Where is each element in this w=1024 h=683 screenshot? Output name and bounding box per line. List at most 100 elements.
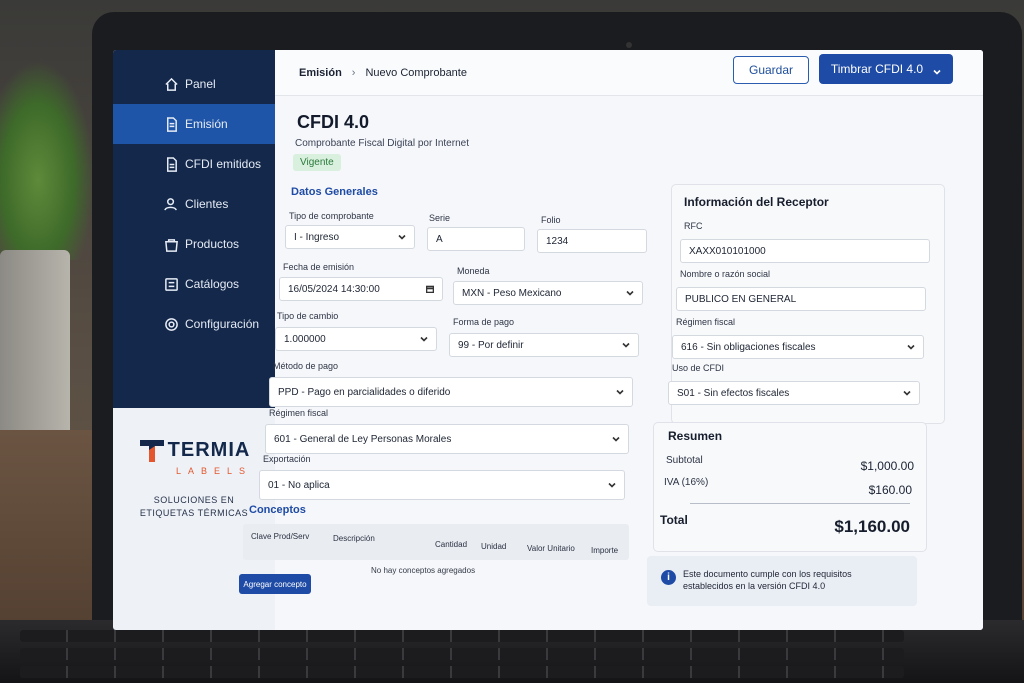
- sidebar-item-label: Panel: [185, 77, 216, 91]
- app-screen: Panel Emisión CFDI emitidos Clientes Pro…: [113, 50, 983, 630]
- gear-icon: [163, 316, 179, 332]
- fecha-emision-input[interactable]: 16/05/2024 14:30:00: [279, 277, 443, 301]
- sidebar-item-panel[interactable]: Panel: [113, 64, 275, 104]
- section-title-datos-generales: Datos Generales: [291, 186, 378, 198]
- receptor-regimen-label: Régimen fiscal: [676, 317, 736, 327]
- receptor-title: Información del Receptor: [684, 195, 829, 209]
- receptor-regimen-select[interactable]: 616 - Sin obligaciones fiscales: [672, 335, 924, 359]
- tipo-comprobante-select[interactable]: I - Ingreso: [285, 225, 415, 249]
- calendar-icon[interactable]: [425, 285, 435, 294]
- chevron-down-icon[interactable]: [933, 65, 941, 75]
- sidebar-item-catalogos[interactable]: Catálogos: [113, 264, 275, 304]
- exportacion-value: 01 - No aplica: [268, 479, 330, 491]
- tipo-comprobante-label: Tipo de comprobante: [289, 211, 374, 221]
- sidebar-item-label: Clientes: [185, 197, 229, 211]
- tipo-cambio-input[interactable]: 1.000000: [275, 327, 437, 351]
- add-concept-button[interactable]: Agregar concepto: [239, 574, 311, 594]
- exportacion-label: Exportación: [263, 454, 311, 464]
- uso-cfdi-select[interactable]: S01 - Sin efectos fiscales: [668, 381, 920, 405]
- chevron-down-icon: [616, 388, 624, 396]
- keyboard-row: [20, 648, 904, 660]
- compliance-notice: i Este documento cumple con los requisit…: [647, 556, 917, 606]
- sidebar-nav: Panel Emisión CFDI emitidos Clientes Pro…: [113, 50, 275, 344]
- bag-icon: [163, 236, 179, 252]
- tipo-comprobante-value: I - Ingreso: [294, 231, 340, 243]
- sidebar-item-label: Emisión: [185, 117, 228, 131]
- plant-pot: [0, 250, 70, 450]
- regimen-fiscal-select[interactable]: 601 - General de Ley Personas Morales: [265, 424, 629, 454]
- tipo-cambio-value: 1.000000: [284, 333, 326, 345]
- sidebar-item-label: CFDI emitidos: [185, 157, 262, 171]
- serie-label: Serie: [429, 213, 451, 223]
- razon-social-label: Nombre o razón social: [680, 269, 771, 279]
- fecha-emision-label: Fecha de emisión: [283, 262, 355, 272]
- compliance-text: Este documento cumple con los requisitos…: [683, 569, 852, 591]
- uso-cfdi-value: S01 - Sin efectos fiscales: [677, 387, 790, 399]
- serie-input[interactable]: A: [427, 227, 525, 251]
- rfc-value: XAXX010101000: [689, 245, 766, 257]
- sidebar-item-productos[interactable]: Productos: [113, 224, 275, 264]
- sidebar-item-configuracion[interactable]: Configuración: [113, 304, 275, 344]
- logo-mark-icon: [138, 436, 166, 464]
- sidebar-item-label: Configuración: [185, 317, 260, 331]
- rfc-label: RFC: [684, 221, 703, 231]
- column-header: Descripción: [333, 534, 375, 543]
- documents-icon: [163, 156, 179, 172]
- breadcrumb-root[interactable]: Emisión: [299, 67, 342, 79]
- metodo-pago-value: PPD - Pago en parcialidades o diferido: [278, 386, 451, 398]
- tipo-cambio-label: Tipo de cambio: [277, 311, 339, 321]
- chevron-down-icon: [608, 481, 616, 489]
- receptor-regimen-value: 616 - Sin obligaciones fiscales: [681, 341, 816, 353]
- fecha-emision-value: 16/05/2024 14:30:00: [288, 283, 380, 295]
- resumen-title: Resumen: [668, 429, 723, 443]
- keyboard-row: [20, 630, 904, 642]
- stamp-cfdi-button[interactable]: Timbrar CFDI 4.0: [819, 54, 953, 84]
- topbar: Emisión › Nuevo Comprobante Guardar Timb…: [275, 50, 983, 96]
- moneda-value: MXN - Peso Mexicano: [462, 287, 562, 299]
- stamp-button-label: Timbrar CFDI 4.0: [830, 62, 924, 76]
- chevron-down-icon: [398, 233, 406, 241]
- chevron-down-icon: [626, 289, 634, 297]
- page-title: CFDI 4.0: [297, 112, 370, 132]
- breadcrumb-separator: ›: [351, 66, 356, 79]
- document-icon: [163, 116, 179, 132]
- rfc-input[interactable]: XAXX010101000: [680, 239, 930, 263]
- summary-divider: [690, 503, 910, 504]
- metodo-pago-select[interactable]: PPD - Pago en parcialidades o diferido: [269, 377, 633, 407]
- sidebar-item-label: Catálogos: [185, 277, 240, 291]
- razon-social-input[interactable]: PUBLICO EN GENERAL: [676, 287, 926, 311]
- chevron-down-icon: [622, 341, 630, 349]
- sidebar-item-cfdi-emitidos[interactable]: CFDI emitidos: [113, 144, 275, 184]
- regimen-fiscal-value: 601 - General de Ley Personas Morales: [274, 433, 452, 445]
- brand-name: TERMIA: [167, 438, 251, 461]
- breadcrumb-current: Nuevo Comprobante: [365, 66, 467, 79]
- resumen-panel: Resumen Subtotal $1,000.00 IVA (16%) $16…: [653, 422, 927, 552]
- moneda-select[interactable]: MXN - Peso Mexicano: [453, 281, 643, 305]
- exportacion-select[interactable]: 01 - No aplica: [259, 470, 625, 500]
- plant-background: [0, 60, 95, 260]
- sidebar-item-emision[interactable]: Emisión: [113, 104, 275, 144]
- page-subtitle: Comprobante Fiscal Digital por Internet: [295, 138, 469, 149]
- catalog-icon: [163, 276, 179, 292]
- column-header: Cantidad: [435, 540, 468, 549]
- brand-logo: TERMIA: [113, 436, 275, 464]
- iva-value: $160.00: [868, 483, 912, 497]
- razon-social-value: PUBLICO EN GENERAL: [685, 293, 797, 305]
- home-icon: [163, 76, 179, 92]
- folio-input[interactable]: 1234: [537, 229, 647, 253]
- folio-value: 1234: [546, 235, 569, 247]
- brand-sub: LABELS: [175, 466, 253, 476]
- conceptos-empty-text: No hay conceptos agregados: [371, 566, 476, 575]
- chevron-down-icon: [612, 435, 620, 443]
- forma-pago-select[interactable]: 99 - Por definir: [449, 333, 639, 357]
- save-button[interactable]: Guardar: [733, 56, 809, 84]
- moneda-label: Moneda: [457, 266, 490, 276]
- column-header: Valor Unitario: [527, 544, 575, 553]
- info-icon: i: [661, 570, 676, 585]
- chevron-down-icon: [420, 335, 428, 343]
- brand-block: TERMIA LABELS SOLUCIONES EN ETIQUETAS TÉ…: [113, 408, 275, 630]
- users-icon: [163, 196, 179, 212]
- sidebar-item-clientes[interactable]: Clientes: [113, 184, 275, 224]
- forma-pago-value: 99 - Por definir: [458, 339, 524, 351]
- keyboard-row: [20, 666, 904, 678]
